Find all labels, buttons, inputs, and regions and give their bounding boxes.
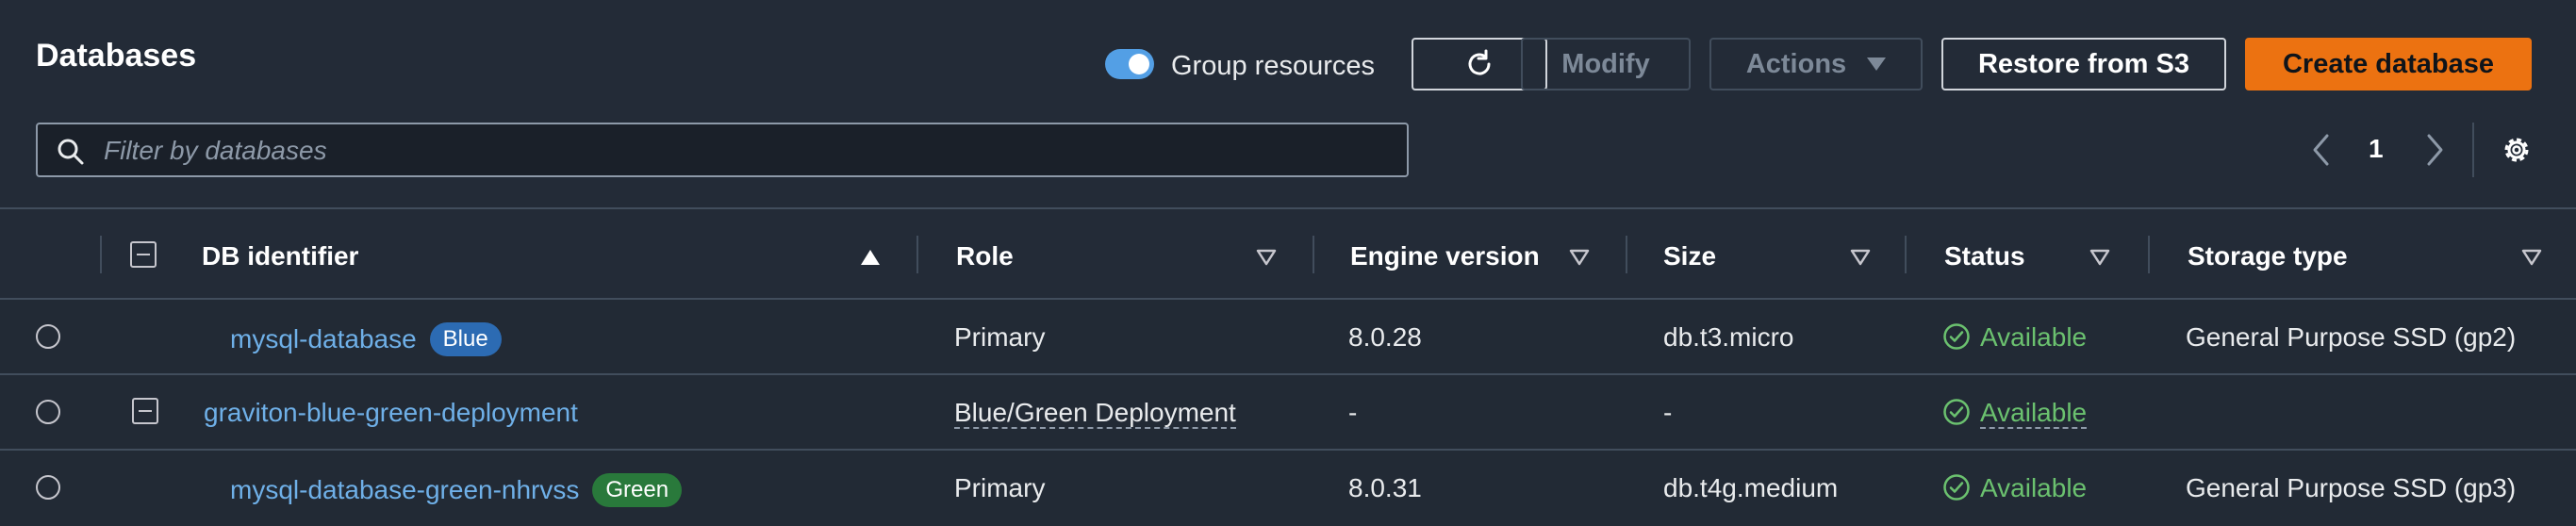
column-divider xyxy=(916,236,918,273)
row-select-radio[interactable] xyxy=(36,400,60,424)
role-cell: Primary xyxy=(954,322,1046,352)
db-identifier-link[interactable]: graviton-blue-green-deployment xyxy=(204,398,578,427)
databases-panel: Databases Group resources Modify Actions… xyxy=(0,0,2576,526)
row-select-radio[interactable] xyxy=(36,324,60,349)
storage-type-cell: General Purpose SSD (gp2) xyxy=(2186,322,2517,352)
check-circle-icon xyxy=(1943,474,1970,501)
create-database-button[interactable]: Create database xyxy=(2245,38,2532,90)
table-row[interactable]: mysql-database Blue Primary 8.0.28 db.t3.… xyxy=(0,300,2576,375)
header-size[interactable]: Size xyxy=(1663,241,1716,271)
toggle-knob xyxy=(1129,54,1149,74)
column-divider xyxy=(2148,236,2150,273)
check-circle-icon xyxy=(1943,399,1970,425)
storage-type-cell: General Purpose SSD (gp3) xyxy=(2186,473,2517,502)
sort-caret-icon[interactable] xyxy=(2089,249,2110,266)
group-resources-toggle[interactable] xyxy=(1105,49,1154,79)
green-badge: Green xyxy=(592,473,683,507)
db-identifier-cell: graviton-blue-green-deployment xyxy=(204,398,578,428)
refresh-icon xyxy=(1468,49,1491,75)
role-cell: Primary xyxy=(954,473,1046,502)
modify-button[interactable]: Modify xyxy=(1521,38,1691,90)
header-engine-version[interactable]: Engine version xyxy=(1350,241,1540,271)
actions-label: Actions xyxy=(1745,48,1847,79)
column-divider xyxy=(1626,236,1627,273)
table-row[interactable]: mysql-database-green-nhrvss Green Primary… xyxy=(0,451,2576,526)
sort-caret-icon[interactable] xyxy=(1569,249,1590,266)
check-circle-icon xyxy=(1943,323,1970,350)
blue-badge: Blue xyxy=(429,322,502,356)
db-identifier-cell: mysql-database Blue xyxy=(230,322,502,356)
engine-version-cell: 8.0.31 xyxy=(1348,473,1422,502)
row-select-radio[interactable] xyxy=(36,475,60,500)
status-cell: Available xyxy=(1942,322,2087,353)
header-role[interactable]: Role xyxy=(956,241,1014,271)
gear-icon[interactable] xyxy=(2501,134,2533,166)
select-all-checkbox[interactable] xyxy=(130,241,157,268)
table-row[interactable]: graviton-blue-green-deployment Blue/Gree… xyxy=(0,375,2576,451)
column-divider xyxy=(100,236,102,273)
sort-caret-icon[interactable] xyxy=(1850,249,1871,266)
status-cell: Available xyxy=(1942,398,2088,429)
search-input[interactable]: Filter by databases xyxy=(36,123,1409,177)
header-db-identifier[interactable]: DB identifier xyxy=(202,241,358,271)
db-identifier-cell: mysql-database-green-nhrvss Green xyxy=(230,473,683,507)
search-icon xyxy=(58,139,84,165)
engine-version-cell: 8.0.28 xyxy=(1348,322,1422,352)
current-page[interactable]: 1 xyxy=(2369,134,2384,164)
table-header: DB identifier Role Engine version Size S… xyxy=(0,207,2576,300)
page-title: Databases xyxy=(36,38,197,74)
sort-caret-icon[interactable] xyxy=(1256,249,1277,266)
collapse-group-icon[interactable] xyxy=(132,398,158,424)
group-resources-label: Group resources xyxy=(1171,51,1375,81)
header-status[interactable]: Status xyxy=(1944,241,2025,271)
modify-label: Modify xyxy=(1561,48,1650,79)
db-identifier-link[interactable]: mysql-database-green-nhrvss xyxy=(230,475,579,504)
header-storage-type[interactable]: Storage type xyxy=(2188,241,2348,271)
pager-divider xyxy=(2472,123,2474,177)
sort-caret-icon[interactable] xyxy=(2521,249,2542,266)
restore-label: Restore from S3 xyxy=(1977,48,2189,79)
caret-down-icon xyxy=(1867,58,1887,71)
engine-version-cell: - xyxy=(1348,398,1358,427)
search-placeholder: Filter by databases xyxy=(104,136,327,165)
restore-from-s3-button[interactable]: Restore from S3 xyxy=(1941,38,2226,90)
panel-header: Databases Group resources Modify Actions… xyxy=(0,0,2576,207)
size-cell: db.t3.micro xyxy=(1663,322,1794,352)
status-text: Available xyxy=(1980,473,2088,502)
size-cell: db.t4g.medium xyxy=(1663,473,1839,502)
status-text: Available xyxy=(1980,322,2088,352)
sort-ascending-icon[interactable] xyxy=(860,249,881,266)
role-text[interactable]: Blue/Green Deployment xyxy=(954,398,1236,429)
column-divider xyxy=(1313,236,1314,273)
role-cell: Blue/Green Deployment xyxy=(954,398,1236,429)
chevron-right-icon[interactable] xyxy=(2421,132,2448,168)
status-cell: Available xyxy=(1942,473,2087,503)
chevron-left-icon[interactable] xyxy=(2308,132,2335,168)
create-label: Create database xyxy=(2282,48,2495,79)
actions-dropdown[interactable]: Actions xyxy=(1709,38,1923,90)
size-cell: - xyxy=(1663,398,1673,427)
status-text[interactable]: Available xyxy=(1980,398,2088,429)
column-divider xyxy=(1905,236,1907,273)
db-identifier-link[interactable]: mysql-database xyxy=(230,324,417,353)
